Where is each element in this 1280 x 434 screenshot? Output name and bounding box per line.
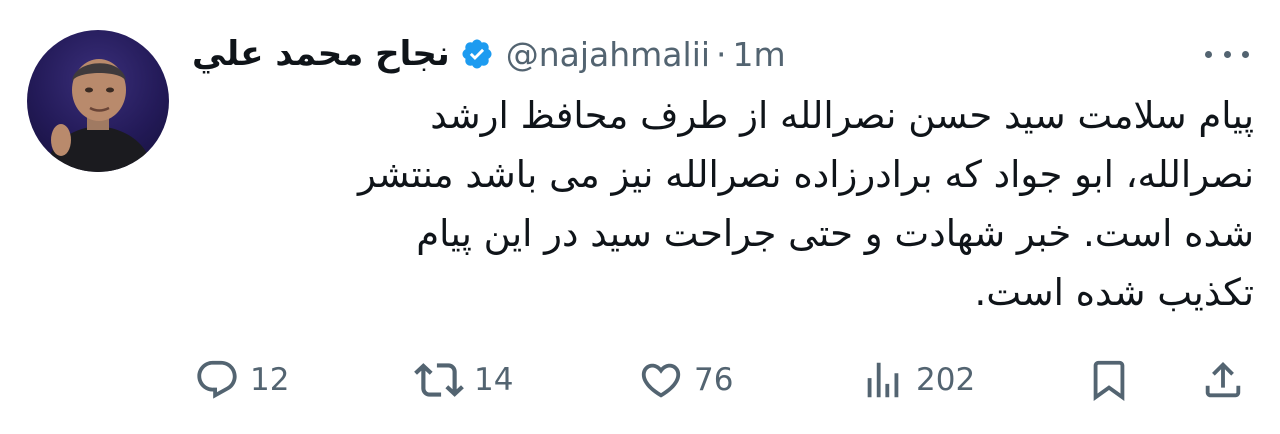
retweet-count: 14: [474, 362, 514, 398]
timestamp[interactable]: 1m: [733, 35, 786, 74]
reply-count: 12: [250, 362, 290, 398]
author-handle[interactable]: @najahmalii: [506, 35, 710, 74]
views-icon: [867, 362, 899, 398]
reply-button[interactable]: 12: [194, 352, 289, 408]
views-button[interactable]: 202: [860, 352, 975, 408]
tweet-text-line: شده است. خبر شهادت و حتی جراحت سید در ای…: [416, 212, 1254, 255]
display-name[interactable]: نجاح محمد علي: [192, 34, 450, 74]
bookmark-icon: [1093, 360, 1125, 401]
tweet-text-line: پیام سلامت سید حسن نصرالله از طرف محافظ …: [430, 94, 1254, 137]
retweet-button[interactable]: 14: [414, 352, 513, 408]
like-count: 76: [694, 362, 734, 398]
views-count: 202: [916, 362, 976, 398]
share-icon: [1205, 361, 1241, 398]
heart-icon: [641, 363, 681, 398]
tweet: نجاح محمد علي @najahmalii · 1m پیام سلام…: [0, 0, 1280, 434]
tweet-text-line: نصرالله، ابو جواد که برادرزاده نصرالله ن…: [357, 153, 1254, 196]
separator-dot: ·: [716, 34, 727, 74]
share-button[interactable]: [1200, 352, 1246, 408]
avatar-image: [45, 59, 153, 172]
retweet-icon: [414, 363, 464, 397]
tweet-header: نجاح محمد علي @najahmalii · 1m: [192, 28, 786, 80]
verified-badge-icon: [460, 37, 494, 71]
action-bar: 12 14 76 202: [0, 352, 1280, 408]
avatar[interactable]: [27, 30, 169, 172]
more-options-icon[interactable]: [1205, 44, 1249, 64]
tweet-text: پیام سلامت سید حسن نصرالله از طرف محافظ …: [192, 86, 1254, 322]
tweet-text-line: تکذیب شده است.: [974, 271, 1255, 314]
reply-icon: [197, 360, 237, 399]
like-button[interactable]: 76: [638, 352, 733, 408]
bookmark-button[interactable]: [1086, 352, 1132, 408]
